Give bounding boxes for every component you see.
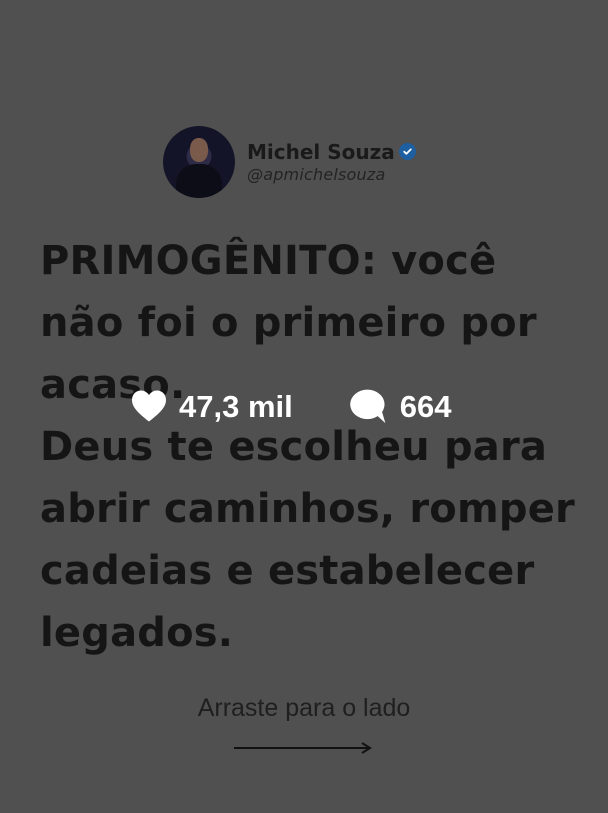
quote-text: PRIMOGÊNITO: você não foi o primeiro por… — [40, 230, 580, 664]
author-name-row: Michel Souza — [247, 142, 416, 162]
arrow-right-icon — [234, 742, 372, 754]
comment-count: 664 — [399, 388, 452, 424]
avatar[interactable] — [163, 126, 235, 198]
comment-stat[interactable]: 664 — [349, 388, 452, 424]
like-stat[interactable]: 47,3 mil — [130, 389, 293, 423]
quote-line: abrir caminhos, romper — [40, 486, 575, 532]
author-text: Michel Souza @apmichelsouza — [247, 142, 416, 183]
author-handle[interactable]: @apmichelsouza — [247, 166, 416, 183]
heart-icon — [132, 390, 166, 422]
quote-line: não foi o primeiro por — [40, 300, 537, 346]
quote-line: legados. — [40, 610, 234, 656]
like-count: 47,3 mil — [179, 388, 293, 424]
swipe-hint: Arraste para o lado — [197, 694, 411, 722]
avatar-head-icon — [190, 138, 208, 162]
verified-badge-icon — [398, 143, 416, 160]
avatar-body-icon — [176, 164, 222, 198]
quote-line: PRIMOGÊNITO: você — [40, 238, 497, 284]
author-name[interactable]: Michel Souza — [247, 142, 395, 162]
author-header[interactable]: Michel Souza @apmichelsouza — [163, 126, 416, 198]
speech-bubble-icon — [349, 389, 386, 424]
quote-line: cadeias e estabelecer — [40, 548, 535, 594]
engagement-stats: 47,3 mil 664 — [130, 386, 480, 426]
